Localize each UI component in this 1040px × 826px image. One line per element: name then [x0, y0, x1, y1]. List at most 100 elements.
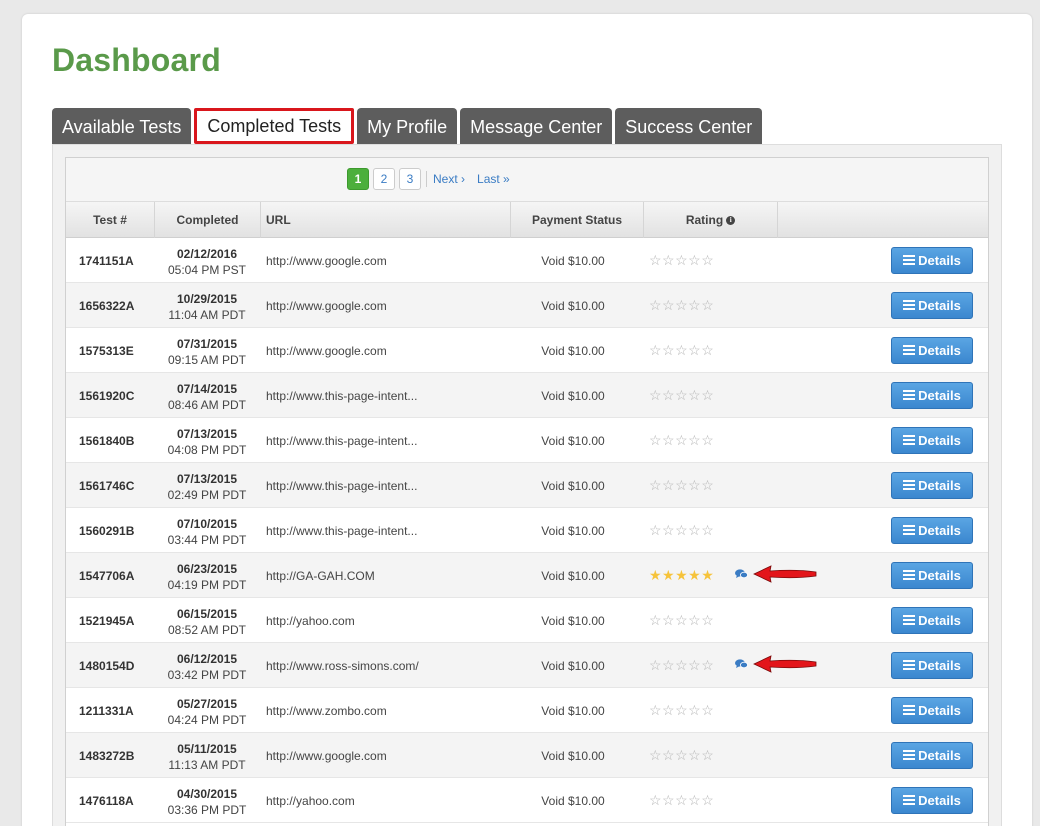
- test-url: http://www.google.com: [266, 749, 387, 763]
- column-header-payment[interactable]: Payment Status: [511, 202, 644, 238]
- payment-status: Void $10.00: [541, 659, 605, 673]
- completed-time: 04:19 PM PDT: [167, 578, 247, 592]
- completed-time: 04:24 PM PDT: [167, 713, 247, 727]
- details-button-label: Details: [918, 703, 961, 718]
- completed-time: 08:52 AM PDT: [167, 623, 247, 637]
- payment-status: Void $10.00: [541, 434, 605, 448]
- star-rating[interactable]: ☆☆☆☆☆: [649, 657, 714, 674]
- payment-status: Void $10.00: [541, 614, 605, 628]
- details-button[interactable]: Details: [891, 247, 973, 274]
- completed-datetime: 10/29/2015 11:04 AM PDT: [154, 291, 260, 323]
- completed-time: 05:04 PM PST: [167, 263, 247, 277]
- tab-my-profile[interactable]: My Profile: [357, 108, 458, 144]
- next-page-link[interactable]: Next ›: [433, 172, 465, 186]
- star-rating[interactable]: ☆☆☆☆☆: [649, 702, 714, 719]
- rating-header-label: Rating: [685, 213, 724, 227]
- details-button[interactable]: Details: [891, 787, 973, 814]
- test-number: 1561920C: [79, 389, 135, 403]
- details-button-label: Details: [918, 613, 961, 628]
- tab-available-tests[interactable]: Available Tests: [52, 108, 192, 144]
- completed-datetime: 02/12/2016 05:04 PM PST: [154, 246, 260, 278]
- completed-datetime: 06/23/2015 04:19 PM PDT: [154, 561, 260, 593]
- details-button[interactable]: Details: [891, 517, 973, 544]
- completed-datetime: 06/15/2015 08:52 AM PDT: [154, 606, 260, 638]
- tests-table: 1 2 3 Next › Last » Test # Completed URL…: [65, 157, 989, 826]
- completed-date: 07/13/2015: [176, 472, 238, 486]
- column-header-url[interactable]: URL: [261, 202, 511, 238]
- column-header-test[interactable]: Test #: [66, 202, 155, 238]
- details-button[interactable]: Details: [891, 382, 973, 409]
- completed-datetime: 07/13/2015 04:08 PM PDT: [154, 426, 260, 458]
- page-1-button[interactable]: 1: [347, 168, 369, 190]
- details-button[interactable]: Details: [891, 697, 973, 724]
- completed-time: 08:46 AM PDT: [167, 398, 247, 412]
- completed-date: 10/29/2015: [176, 292, 238, 306]
- completed-time: 03:44 PM PDT: [167, 533, 247, 547]
- test-url: http://www.this-page-intent...: [266, 389, 418, 403]
- column-header-completed[interactable]: Completed: [155, 202, 261, 238]
- comment-icon[interactable]: [735, 569, 748, 582]
- details-button[interactable]: Details: [891, 742, 973, 769]
- table-row: 1656322A 10/29/2015 11:04 AM PDT http://…: [66, 283, 988, 328]
- details-button-label: Details: [918, 343, 961, 358]
- completed-time: 02:49 PM PDT: [167, 488, 247, 502]
- details-button[interactable]: Details: [891, 337, 973, 364]
- table-row: 1476118A 04/30/2015 03:36 PM PDT http://…: [66, 778, 988, 823]
- completed-date: 07/13/2015: [176, 427, 238, 441]
- details-button[interactable]: Details: [891, 607, 973, 634]
- test-url: http://www.google.com: [266, 344, 387, 358]
- star-rating[interactable]: ☆☆☆☆☆: [649, 747, 714, 764]
- star-rating[interactable]: ☆☆☆☆☆: [649, 612, 714, 629]
- table-row: 1741151A 02/12/2016 05:04 PM PST http://…: [66, 238, 988, 283]
- star-rating[interactable]: ☆☆☆☆☆: [649, 342, 714, 359]
- test-url: http://GA-GAH.COM: [266, 569, 375, 583]
- completed-date: 04/30/2015: [176, 787, 238, 801]
- page-3-button[interactable]: 3: [399, 168, 421, 190]
- info-icon[interactable]: i: [726, 216, 736, 226]
- table-body: 1741151A 02/12/2016 05:04 PM PST http://…: [66, 238, 988, 823]
- list-icon: [903, 750, 916, 761]
- details-button[interactable]: Details: [891, 652, 973, 679]
- test-number: 1476118A: [79, 794, 134, 808]
- test-number: 1561746C: [79, 479, 135, 493]
- test-url: http://www.this-page-intent...: [266, 434, 418, 448]
- tab-message-center[interactable]: Message Center: [460, 108, 613, 144]
- page-2-button[interactable]: 2: [373, 168, 395, 190]
- star-rating[interactable]: ☆☆☆☆☆: [649, 297, 714, 314]
- completed-datetime: 07/10/2015 03:44 PM PDT: [154, 516, 260, 548]
- completed-datetime: 07/14/2015 08:46 AM PDT: [154, 381, 260, 413]
- test-number: 1560291B: [79, 524, 135, 538]
- star-rating[interactable]: ★★★★★: [649, 567, 714, 584]
- test-url: http://yahoo.com: [266, 794, 355, 808]
- details-button-label: Details: [918, 658, 961, 673]
- star-rating[interactable]: ☆☆☆☆☆: [649, 792, 714, 809]
- details-button[interactable]: Details: [891, 292, 973, 319]
- completed-date: 07/14/2015: [176, 382, 238, 396]
- star-rating[interactable]: ☆☆☆☆☆: [649, 387, 714, 404]
- list-icon: [903, 795, 916, 806]
- details-button[interactable]: Details: [891, 472, 973, 499]
- payment-status: Void $10.00: [541, 299, 605, 313]
- star-rating[interactable]: ☆☆☆☆☆: [649, 477, 714, 494]
- last-page-link[interactable]: Last »: [477, 172, 510, 186]
- comment-icon[interactable]: [735, 659, 748, 672]
- details-button[interactable]: Details: [891, 562, 973, 589]
- list-icon: [903, 255, 916, 266]
- completed-date: 06/23/2015: [176, 562, 238, 576]
- list-icon: [903, 570, 916, 581]
- tab-completed-tests[interactable]: Completed Tests: [194, 108, 355, 144]
- column-header-rating[interactable]: Rating i: [644, 202, 778, 238]
- tab-success-center[interactable]: Success Center: [615, 108, 763, 144]
- star-rating[interactable]: ☆☆☆☆☆: [649, 522, 714, 539]
- table-header: Test # Completed URL Payment Status Rati…: [66, 202, 988, 238]
- star-rating[interactable]: ☆☆☆☆☆: [649, 432, 714, 449]
- details-button[interactable]: Details: [891, 427, 973, 454]
- details-button-label: Details: [918, 478, 961, 493]
- completed-date: 05/11/2015: [177, 742, 237, 756]
- list-icon: [903, 345, 916, 356]
- star-rating[interactable]: ☆☆☆☆☆: [649, 252, 714, 269]
- test-number: 1741151A: [79, 254, 134, 268]
- table-row: 1483272B 05/11/2015 11:13 AM PDT http://…: [66, 733, 988, 778]
- details-button-label: Details: [918, 298, 961, 313]
- payment-status: Void $10.00: [541, 389, 605, 403]
